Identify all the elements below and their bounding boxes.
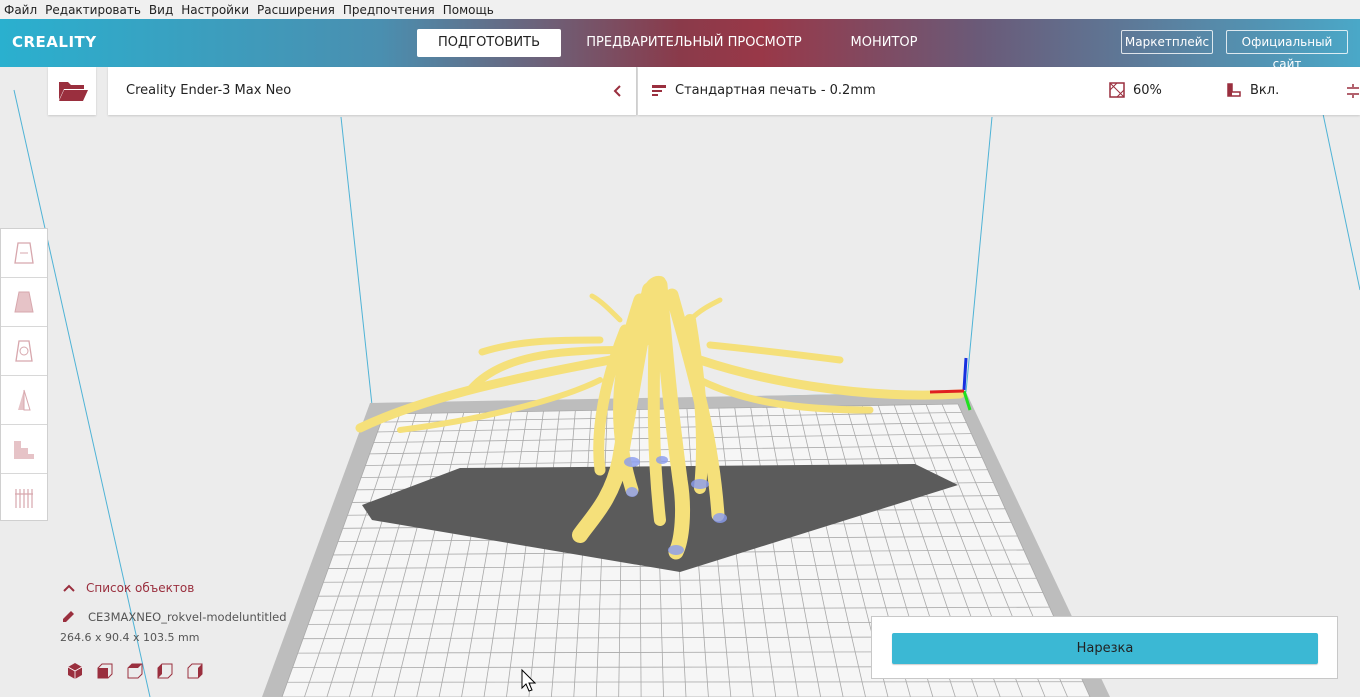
mirror-icon [18,389,31,411]
3d-view-icon[interactable] [60,660,90,682]
app-header: CREALITY ПОДГОТОВИТЬ ПРЕДВАРИТЕЛЬНЫЙ ПРО… [0,19,1360,71]
object-list: Список объектов CE3MAXNEO_rokvel-modelun… [60,578,360,682]
infill-icon [1109,82,1125,98]
move-tool[interactable] [1,229,47,278]
marketplace-button[interactable]: Маркетплейс [1121,30,1213,54]
object-name: CE3MAXNEO_rokvel-modeluntitled [88,610,287,624]
top-view-icon[interactable] [120,660,150,682]
per-model-settings-tool[interactable] [1,425,47,474]
menu-help[interactable]: Помощь [439,3,498,17]
object-dimensions: 264.6 x 90.4 x 103.5 mm [60,631,200,644]
official-site-button[interactable]: Официальный сайт [1226,30,1348,71]
chevron-left-icon[interactable] [612,84,624,98]
camera-view-buttons [60,660,360,682]
per-model-settings-icon [14,441,34,459]
menu-file[interactable]: Файл [0,3,41,17]
right-view-icon[interactable] [180,660,210,682]
tab-monitor[interactable]: МОНИТОР [838,29,930,57]
open-file-button[interactable] [48,67,96,115]
move-icon [14,242,34,264]
creality-logo: CREALITY [12,33,97,51]
slice-button[interactable]: Нарезка [892,633,1318,664]
rotate-tool[interactable] [1,327,47,376]
menu-bar: Файл Редактировать Вид Настройки Расшире… [0,0,1360,20]
infill-value: 60% [1133,83,1162,98]
print-settings-bar[interactable]: Стандартная печать - 0.2mm 60% Вкл. [638,67,1360,115]
menu-edit[interactable]: Редактировать [41,3,145,17]
support-blocker-tool[interactable] [1,474,47,522]
object-list-toggle[interactable]: Список объектов [60,578,360,598]
tab-prepare[interactable]: ПОДГОТОВИТЬ [417,29,561,57]
tab-preview[interactable]: ПРЕДВАРИТЕЛЬНЫЙ ПРОСМОТР [582,29,806,57]
slice-panel: Нарезка [871,616,1338,679]
rotate-icon [15,340,33,362]
mirror-tool[interactable] [1,376,47,425]
left-view-icon[interactable] [150,660,180,682]
pencil-icon [63,611,74,622]
support-value: Вкл. [1250,83,1280,98]
menu-extensions[interactable]: Расширения [253,3,339,17]
printer-selector[interactable]: Creality Ender-3 Max Neo [108,67,637,115]
scale-icon [14,291,34,313]
menu-settings[interactable]: Настройки [177,3,253,17]
support-blocker-icon [15,489,33,508]
object-entry[interactable]: CE3MAXNEO_rokvel-modeluntitled [60,607,360,627]
print-profile: Стандартная печать - 0.2mm [675,83,876,98]
menu-view[interactable]: Вид [145,3,177,17]
adjust-icon[interactable] [1346,83,1360,99]
object-list-header: Список объектов [86,581,195,595]
support-icon [1227,83,1241,97]
scale-tool[interactable] [1,278,47,327]
profile-icon [652,85,666,96]
front-view-icon[interactable] [90,660,120,682]
menu-preferences[interactable]: Предпочтения [339,3,439,17]
tool-sidebar [0,228,48,521]
printer-name: Creality Ender-3 Max Neo [126,83,292,98]
chevron-up-icon [63,584,75,592]
folder-icon [59,82,88,101]
